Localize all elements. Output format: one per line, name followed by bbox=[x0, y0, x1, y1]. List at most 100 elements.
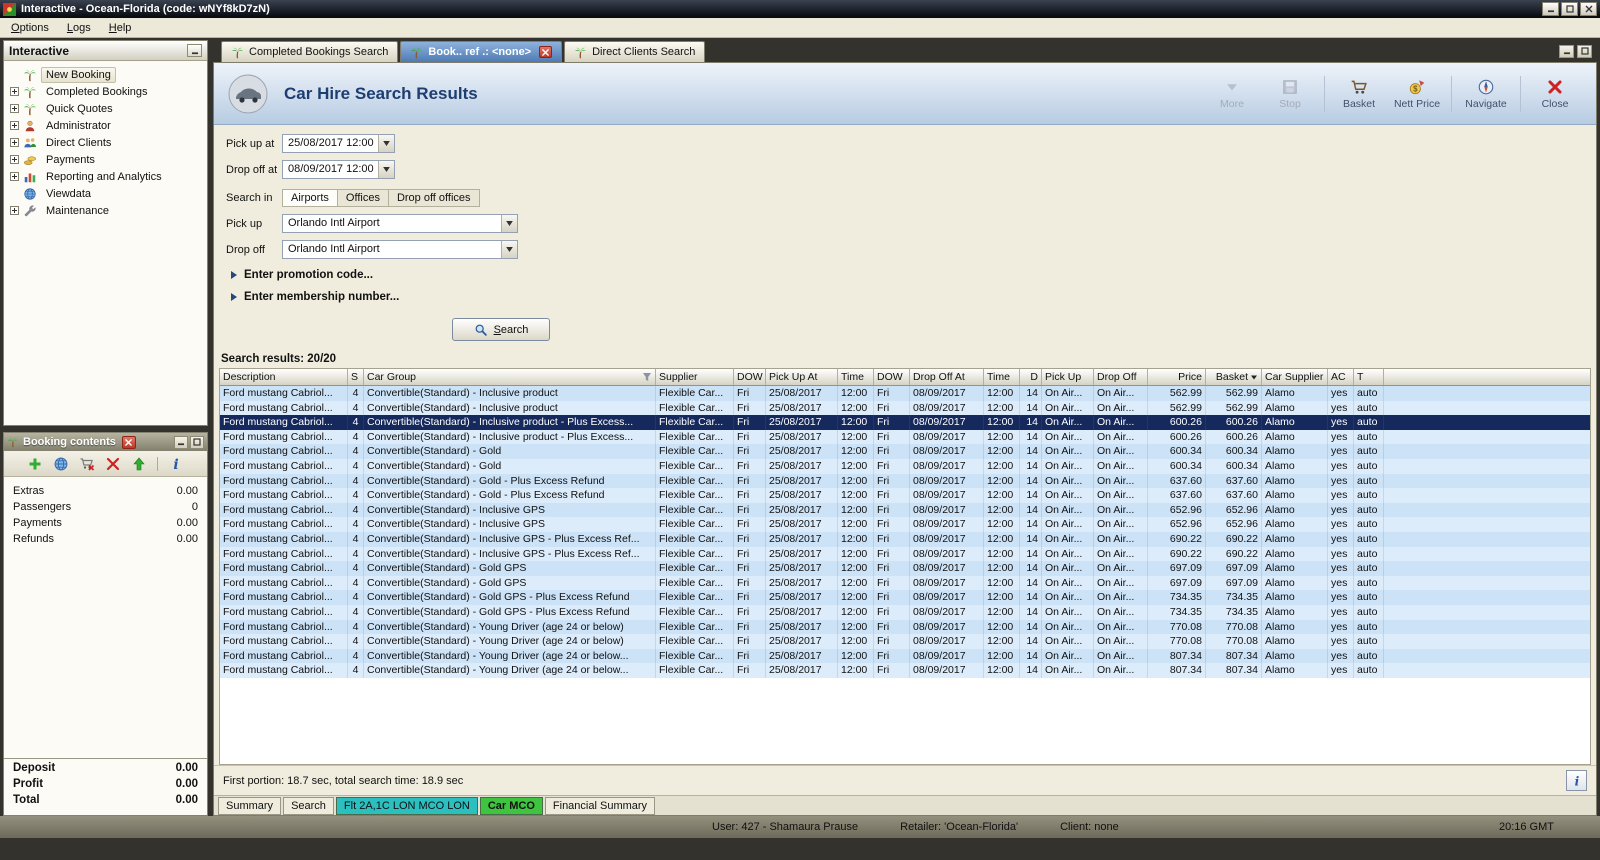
column-header-drop-off-at-8[interactable]: Drop Off At bbox=[910, 369, 984, 385]
expand-icon[interactable] bbox=[10, 121, 19, 130]
membership-number-expander[interactable]: Enter membership number... bbox=[231, 291, 1596, 303]
promote-button[interactable] bbox=[131, 456, 147, 472]
info-button[interactable]: i bbox=[168, 456, 184, 472]
column-header-ac-16[interactable]: AC bbox=[1328, 369, 1354, 385]
table-row[interactable]: Ford mustang Cabriol... 4 Convertible(Stan… bbox=[220, 458, 1590, 474]
column-header-car-supplier-15[interactable]: Car Supplier bbox=[1262, 369, 1328, 385]
bottom-tab-search[interactable]: Search bbox=[283, 796, 334, 815]
chevron-down-icon[interactable] bbox=[378, 135, 394, 152]
tab-close-icon[interactable] bbox=[539, 46, 553, 58]
table-row[interactable]: Ford mustang Cabriol... 4 Convertible(Stan… bbox=[220, 575, 1590, 591]
delete-button[interactable] bbox=[105, 456, 121, 472]
sidebar-item-administrator[interactable]: Administrator bbox=[6, 117, 205, 134]
close-button[interactable]: Close bbox=[1528, 78, 1582, 110]
basket-button[interactable]: Basket bbox=[1332, 78, 1386, 110]
column-header-pick-up-11[interactable]: Pick Up bbox=[1042, 369, 1094, 385]
search-in-airports[interactable]: Airports bbox=[282, 189, 338, 207]
close-window-button[interactable] bbox=[1580, 2, 1597, 16]
sidebar-item-viewdata[interactable]: Viewdata bbox=[6, 185, 205, 202]
menu-help[interactable]: Help bbox=[100, 19, 141, 37]
nett-price-button[interactable]: $ Nett Price bbox=[1390, 78, 1444, 110]
booking-panel-minimize-button[interactable] bbox=[174, 435, 188, 449]
sidebar-item-payments[interactable]: Payments bbox=[6, 151, 205, 168]
menu-logs[interactable]: Logs bbox=[58, 19, 100, 37]
chevron-down-icon[interactable] bbox=[378, 161, 394, 178]
tab-book-ref-none[interactable]: Book.. ref .: <none> bbox=[400, 41, 563, 62]
column-header-price-13[interactable]: Price bbox=[1148, 369, 1206, 385]
table-row[interactable]: Ford mustang Cabriol... 4 Convertible(Stan… bbox=[220, 444, 1590, 459]
pickup-at-combo[interactable]: 25/08/2017 12:00 bbox=[282, 134, 395, 153]
table-row[interactable]: Ford mustang Cabriol... 4 Convertible(Stan… bbox=[220, 546, 1590, 562]
column-header-drop-off-12[interactable]: Drop Off bbox=[1094, 369, 1148, 385]
table-row[interactable]: Ford mustang Cabriol... 4 Convertible(Stan… bbox=[220, 604, 1590, 620]
sidebar-item-maintenance[interactable]: Maintenance bbox=[6, 202, 205, 219]
globe-button[interactable] bbox=[53, 456, 69, 472]
table-row[interactable]: Ford mustang Cabriol... 4 Convertible(Stan… bbox=[220, 400, 1590, 416]
sidebar-item-new-booking[interactable]: New Booking bbox=[6, 66, 205, 83]
expand-icon[interactable] bbox=[10, 138, 19, 147]
column-header-description-0[interactable]: Description bbox=[220, 369, 348, 385]
filter-icon[interactable] bbox=[642, 372, 652, 382]
column-header-time-6[interactable]: Time bbox=[838, 369, 874, 385]
column-header-t-17[interactable]: T bbox=[1354, 369, 1384, 385]
table-row[interactable]: Ford mustang Cabriol... 4 Convertible(Stan… bbox=[220, 648, 1590, 664]
table-row[interactable]: Ford mustang Cabriol... 4 Convertible(Stan… bbox=[220, 473, 1590, 489]
table-row[interactable]: Ford mustang Cabriol... 4 Convertible(Stan… bbox=[220, 590, 1590, 605]
column-header-basket-14[interactable]: Basket bbox=[1206, 369, 1262, 385]
bottom-tab-car-mco[interactable]: Car MCO bbox=[479, 796, 543, 815]
table-row[interactable]: Ford mustang Cabriol... 4 Convertible(Stan… bbox=[220, 531, 1590, 547]
table-row[interactable]: Ford mustang Cabriol... 4 Convertible(Stan… bbox=[220, 663, 1590, 678]
dropoff-combo[interactable]: Orlando Intl Airport bbox=[282, 240, 518, 259]
booking-panel-restore-button[interactable] bbox=[190, 435, 204, 449]
search-in-drop-off-offices[interactable]: Drop off offices bbox=[388, 189, 480, 207]
chevron-down-icon[interactable] bbox=[501, 241, 517, 258]
column-header-d-10[interactable]: D bbox=[1020, 369, 1042, 385]
column-header-supplier-3[interactable]: Supplier bbox=[656, 369, 734, 385]
minimize-button[interactable] bbox=[1542, 2, 1559, 16]
collapse-panel-button[interactable] bbox=[187, 44, 202, 57]
expand-icon[interactable] bbox=[10, 206, 19, 215]
sidebar-item-reporting-and-analytics[interactable]: Reporting and Analytics bbox=[6, 168, 205, 185]
expand-icon[interactable] bbox=[10, 104, 19, 113]
maximize-button[interactable] bbox=[1561, 2, 1578, 16]
sidebar-item-completed-bookings[interactable]: Completed Bookings bbox=[6, 83, 205, 100]
navigate-button[interactable]: Navigate bbox=[1459, 78, 1513, 110]
menu-options[interactable]: Options bbox=[2, 19, 58, 37]
table-row[interactable]: Ford mustang Cabriol... 4 Convertible(Stan… bbox=[220, 415, 1590, 430]
pickup-combo[interactable]: Orlando Intl Airport bbox=[282, 214, 518, 233]
tab-direct-clients-search[interactable]: Direct Clients Search bbox=[564, 41, 706, 62]
bottom-tab-flt-2a-1c-lon-mco-lon[interactable]: Flt 2A,1C LON MCO LON bbox=[335, 796, 478, 815]
search-button[interactable]: Search bbox=[452, 318, 550, 341]
table-row[interactable]: Ford mustang Cabriol... 4 Convertible(Stan… bbox=[220, 619, 1590, 635]
column-header-car-group-2[interactable]: Car Group bbox=[364, 369, 656, 385]
table-row[interactable]: Ford mustang Cabriol... 4 Convertible(Stan… bbox=[220, 561, 1590, 576]
column-header-time-9[interactable]: Time bbox=[984, 369, 1020, 385]
table-row[interactable]: Ford mustang Cabriol... 4 Convertible(Stan… bbox=[220, 386, 1590, 401]
expand-icon[interactable] bbox=[10, 172, 19, 181]
add-button[interactable] bbox=[27, 456, 43, 472]
bottom-tab-summary[interactable]: Summary bbox=[218, 796, 282, 815]
table-row[interactable]: Ford mustang Cabriol... 4 Convertible(Stan… bbox=[220, 634, 1590, 649]
booking-contents-close-button[interactable] bbox=[121, 435, 136, 449]
panel-minimize-icon[interactable] bbox=[1559, 44, 1574, 58]
table-row[interactable]: Ford mustang Cabriol... 4 Convertible(Stan… bbox=[220, 488, 1590, 503]
table-row[interactable]: Ford mustang Cabriol... 4 Convertible(Stan… bbox=[220, 502, 1590, 518]
expand-icon[interactable] bbox=[10, 155, 19, 164]
search-in-offices[interactable]: Offices bbox=[337, 189, 389, 207]
column-header-pick-up-at-5[interactable]: Pick Up At bbox=[766, 369, 838, 385]
chevron-down-icon[interactable] bbox=[501, 215, 517, 232]
promotion-code-expander[interactable]: Enter promotion code... bbox=[231, 269, 1596, 281]
tab-completed-bookings-search[interactable]: Completed Bookings Search bbox=[221, 41, 399, 62]
info-button[interactable]: i bbox=[1566, 770, 1587, 791]
panel-restore-icon[interactable] bbox=[1577, 44, 1592, 58]
expand-icon[interactable] bbox=[10, 87, 19, 96]
table-row[interactable]: Ford mustang Cabriol... 4 Convertible(Stan… bbox=[220, 517, 1590, 532]
dropoff-at-combo[interactable]: 08/09/2017 12:00 bbox=[282, 160, 395, 179]
column-header-dow-7[interactable]: DOW bbox=[874, 369, 910, 385]
column-header-dow-4[interactable]: DOW bbox=[734, 369, 766, 385]
sidebar-item-quick-quotes[interactable]: Quick Quotes bbox=[6, 100, 205, 117]
basket-remove-button[interactable] bbox=[79, 456, 95, 472]
table-row[interactable]: Ford mustang Cabriol... 4 Convertible(Stan… bbox=[220, 429, 1590, 445]
sidebar-item-direct-clients[interactable]: Direct Clients bbox=[6, 134, 205, 151]
bottom-tab-financial-summary[interactable]: Financial Summary bbox=[544, 796, 656, 815]
